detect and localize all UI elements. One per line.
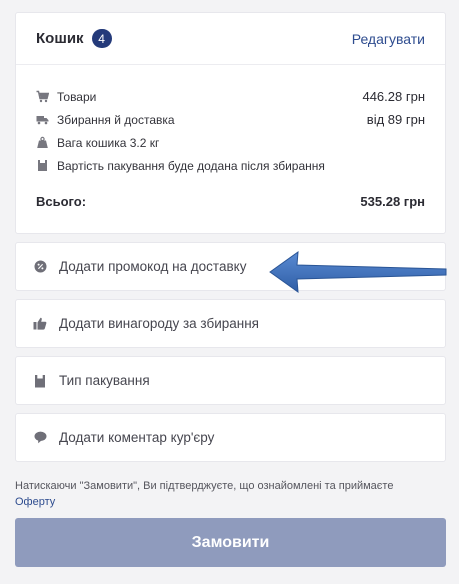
terms-disclaimer: Натискаючи "Замовити", Ви підтверджуєте,… xyxy=(15,478,446,510)
cart-header: Кошик 4 Редагувати xyxy=(16,13,445,65)
cart-row-delivery: Збирання й доставка від 89 грн xyxy=(36,108,425,131)
weight-icon xyxy=(36,136,49,149)
cart-title-wrap: Кошик 4 xyxy=(36,29,112,48)
offer-link[interactable]: Оферту xyxy=(15,496,55,508)
thumbs-up-icon xyxy=(33,317,47,331)
option-label: Тип пакування xyxy=(59,373,150,388)
cart-row-value: від 89 грн xyxy=(366,112,425,127)
cart-row-goods: Товари 446.28 грн xyxy=(36,85,425,108)
option-label: Додати винагороду за збирання xyxy=(59,316,259,331)
disclaimer-text: Натискаючи "Замовити", Ви підтверджуєте,… xyxy=(15,480,394,492)
total-value: 535.28 грн xyxy=(360,194,425,209)
delivery-truck-icon xyxy=(36,113,49,126)
cart-row-label: Товари xyxy=(57,89,97,104)
cart-row-label: Вартість пакування буде додана після зби… xyxy=(57,158,325,173)
order-button[interactable]: Замовити xyxy=(15,518,446,567)
cart-icon xyxy=(36,90,49,103)
cart-row-packaging: Вартість пакування буде додана після зби… xyxy=(36,154,425,177)
packaging-type-button[interactable]: Тип пакування xyxy=(15,356,446,405)
total-label: Всього: xyxy=(36,194,87,209)
option-label: Додати коментар кур'єру xyxy=(59,430,215,445)
cart-row-value: 446.28 грн xyxy=(362,89,425,104)
package-icon xyxy=(36,159,49,172)
add-picking-reward-button[interactable]: Додати винагороду за збирання xyxy=(15,299,446,348)
edit-cart-link[interactable]: Редагувати xyxy=(352,31,425,47)
bag-icon xyxy=(33,374,47,388)
cart-row-weight: Вага кошика 3.2 кг xyxy=(36,131,425,154)
cart-row-label: Збирання й доставка xyxy=(57,112,175,127)
cart-count-badge: 4 xyxy=(91,29,112,48)
cart-row-label: Вага кошика 3.2 кг xyxy=(57,135,160,150)
promo-percent-icon xyxy=(33,260,47,274)
option-label: Додати промокод на доставку xyxy=(59,259,247,274)
cart-summary-card: Кошик 4 Редагувати Товари 446.28 грн Зби… xyxy=(15,12,446,234)
cart-details: Товари 446.28 грн Збирання й доставка ві… xyxy=(16,65,445,177)
cart-total: Всього: 535.28 грн xyxy=(16,194,445,209)
add-courier-comment-button[interactable]: Додати коментар кур'єру xyxy=(15,413,446,462)
annotation-arrow-icon xyxy=(269,250,447,294)
comment-icon xyxy=(33,431,47,445)
cart-title: Кошик xyxy=(36,30,84,47)
